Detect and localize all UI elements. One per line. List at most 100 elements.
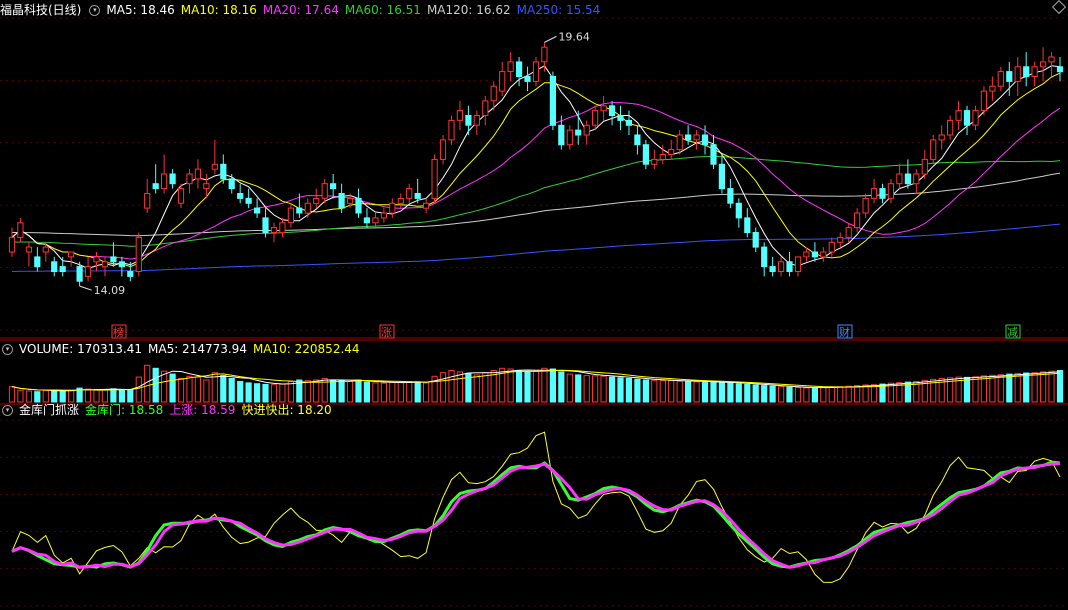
volume-bar <box>549 368 556 403</box>
price-header: 福晶科技(日线) ▾ MA5: 18.46 MA10: 18.16 MA20: 17.6… <box>0 2 612 18</box>
indicator-label-2: 快进快出: 18.20 <box>241 403 332 417</box>
volume-bar <box>608 376 616 403</box>
collapse-icon[interactable]: ▾ <box>2 344 13 355</box>
candle-down <box>963 110 971 126</box>
candle-up <box>8 236 16 253</box>
volume-label-2: MA10: 220852.44 <box>252 342 360 356</box>
volume-bar <box>279 383 286 403</box>
candle-down <box>617 115 624 121</box>
candle-down <box>254 207 261 214</box>
volume-bar <box>270 384 278 403</box>
candle-down <box>549 76 556 126</box>
candle-down <box>59 266 66 273</box>
ma-label-2: MA20: 17.64 <box>262 3 339 17</box>
indicator-label-1: 上涨: 18.59 <box>169 403 236 417</box>
volume-bar <box>701 381 709 403</box>
volume-bar <box>101 389 109 403</box>
candle-up <box>211 163 218 170</box>
volume-bar <box>346 381 354 403</box>
ma10-line <box>11 72 1061 268</box>
candle-up <box>507 61 514 73</box>
event-marker-3: 减 <box>1007 326 1018 339</box>
candle-down <box>169 173 176 185</box>
candle-down <box>558 124 565 146</box>
volume-bar <box>372 382 379 403</box>
candle-down <box>355 197 362 214</box>
candle-up <box>101 261 109 268</box>
candle-up <box>659 154 666 160</box>
candle-up <box>896 173 903 185</box>
volume-bar <box>828 386 835 403</box>
volume-bar <box>414 381 421 403</box>
volume-bar <box>651 379 658 403</box>
candle-down <box>575 129 582 136</box>
indicator-label-0: 金库门: 18.58 <box>85 403 164 417</box>
volume-bar <box>473 374 480 403</box>
candle-down <box>625 119 632 126</box>
ma-label-0: MA5: 18.46 <box>106 3 175 17</box>
candle-up <box>693 134 700 141</box>
volume-bar <box>676 380 683 403</box>
volume-bar <box>862 384 869 403</box>
candle-down <box>465 115 472 126</box>
candle-up <box>203 183 210 190</box>
volume-bar <box>642 379 649 403</box>
volume-bar <box>718 382 725 403</box>
volume-bar <box>59 390 66 403</box>
ma60-line <box>11 155 1061 247</box>
candle-up <box>583 124 590 136</box>
ma120-line <box>12 172 1061 237</box>
volume-bar <box>118 388 126 403</box>
candle-up <box>17 222 24 238</box>
candle-up <box>794 256 802 272</box>
candle-up <box>448 119 455 141</box>
volume-bar <box>287 381 294 403</box>
collapse-icon[interactable]: ▾ <box>89 5 101 16</box>
volume-bar <box>507 368 514 403</box>
volume-bar <box>42 390 49 403</box>
volume-bar <box>516 370 523 403</box>
low-label: 14.09 <box>94 284 126 297</box>
candle-up <box>778 261 785 272</box>
volume-bar <box>1048 370 1055 403</box>
candle-down <box>330 183 337 190</box>
ma-label-4: MA120: 16.62 <box>426 3 511 17</box>
candle-up <box>668 149 675 156</box>
volume-bar <box>1006 373 1013 403</box>
collapse-icon[interactable]: ▾ <box>2 405 13 416</box>
candle-up <box>676 134 683 151</box>
volume-bar <box>963 376 971 403</box>
candle-up <box>321 183 328 199</box>
candle-down <box>761 246 768 268</box>
ma-label-5: MA250: 15.54 <box>516 3 601 17</box>
candle-down <box>363 217 370 224</box>
candle-up <box>1040 61 1047 68</box>
candle-up <box>42 246 49 253</box>
volume-bar <box>820 386 827 403</box>
volume-bar <box>363 381 370 403</box>
candle-down <box>1006 71 1013 82</box>
volume-bar <box>625 378 632 403</box>
candle-up <box>828 241 835 253</box>
candle-up <box>980 90 987 112</box>
volume-bar <box>811 387 818 403</box>
volume-bar <box>8 386 16 403</box>
high-label: 19.64 <box>558 30 590 43</box>
candle-up <box>194 168 202 180</box>
fast-in-out-line <box>11 431 1061 583</box>
candle-up <box>25 246 32 253</box>
candle-up <box>803 251 810 258</box>
candle-up <box>144 193 151 209</box>
volume-bar <box>448 370 455 403</box>
volume-bar <box>84 388 92 403</box>
volume-bar <box>1040 371 1047 403</box>
candle-down <box>701 134 709 146</box>
volume-bar <box>389 382 396 403</box>
indicator-name: 金库门抓涨 <box>19 403 80 417</box>
candle-up <box>913 173 920 185</box>
volume-bar <box>169 373 176 403</box>
volume-bar <box>634 378 641 403</box>
volume-bar <box>837 386 844 403</box>
candle-down <box>414 193 421 199</box>
candle-down <box>262 217 269 233</box>
